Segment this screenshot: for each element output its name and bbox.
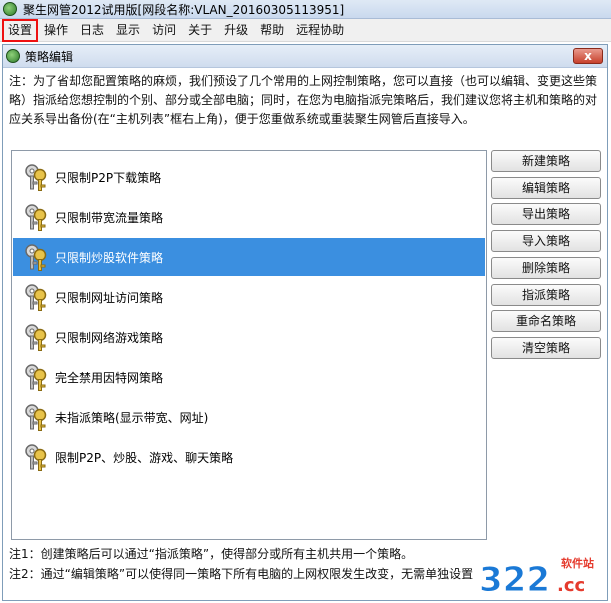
site-watermark-logo: 322 .cc 软件站 <box>475 553 605 597</box>
watermark-brand: 322 <box>479 560 550 597</box>
strategy-item[interactable]: 未指派策略(显示带宽、网址) <box>13 398 485 436</box>
strategy-label: 只限制炒股软件策略 <box>55 250 164 265</box>
clear-strategy-button[interactable]: 清空策略 <box>491 337 601 359</box>
strategy-item[interactable]: 只限制网络游戏策略 <box>13 318 485 356</box>
key-icon <box>25 444 47 471</box>
key-icon <box>25 404 47 431</box>
close-button[interactable]: x <box>573 48 603 64</box>
strategy-label: 只限制网址访问策略 <box>55 290 164 305</box>
assign-strategy-button[interactable]: 指派策略 <box>491 284 601 306</box>
strategy-label: 完全禁用因特网策略 <box>55 370 164 385</box>
menu-remote-assist[interactable]: 远程协助 <box>290 20 350 41</box>
key-icon <box>25 324 47 351</box>
import-strategy-button[interactable]: 导入策略 <box>491 230 601 252</box>
watermark-suffix: .cc <box>557 575 585 596</box>
strategy-item[interactable]: 只限制P2P下载策略 <box>13 158 485 196</box>
delete-strategy-button[interactable]: 删除策略 <box>491 257 601 279</box>
strategy-item-selected[interactable]: 只限制炒股软件策略 <box>13 238 485 276</box>
export-strategy-button[interactable]: 导出策略 <box>491 203 601 225</box>
strategy-label: 限制P2P、炒股、游戏、聊天策略 <box>55 450 234 465</box>
menu-help[interactable]: 帮助 <box>254 20 290 41</box>
strategy-label: 只限制P2P下载策略 <box>55 170 162 185</box>
key-icon <box>25 204 47 231</box>
strategy-edit-dialog: 策略编辑 x 注：为了省却您配置策略的麻烦，我们预设了几个常用的上网控制策略，您… <box>2 44 608 601</box>
bottom-note-1: 注1：创建策略后可以通过“指派策略”，使得部分或所有主机共用一个策略。 <box>9 547 414 561</box>
menu-bar: 设置 操作 日志 显示 访问 关于 升级 帮助 远程协助 <box>0 18 611 42</box>
strategy-label: 只限制网络游戏策略 <box>55 330 164 345</box>
menu-display[interactable]: 显示 <box>110 20 146 41</box>
key-icon <box>25 244 47 271</box>
menu-settings[interactable]: 设置 <box>2 18 39 42</box>
strategy-label: 未指派策略(显示带宽、网址) <box>55 410 209 425</box>
strategy-item[interactable]: 完全禁用因特网策略 <box>13 358 485 396</box>
app-title: 聚生网管2012试用版[网段名称:VLAN_20160305113951] <box>23 2 345 17</box>
strategy-item[interactable]: 只限制网址访问策略 <box>13 278 485 316</box>
intro-note: 注：为了省却您配置策略的麻烦，我们预设了几个常用的上网控制策略，您可以直接（也可… <box>9 74 598 126</box>
strategy-item[interactable]: 只限制带宽流量策略 <box>13 198 485 236</box>
watermark-tag: 软件站 <box>561 556 594 570</box>
strategy-label: 只限制带宽流量策略 <box>55 210 164 225</box>
menu-log[interactable]: 日志 <box>74 20 110 41</box>
key-icon <box>25 164 47 191</box>
app-title-bar: 聚生网管2012试用版[网段名称:VLAN_20160305113951] <box>0 0 611 19</box>
rename-strategy-button[interactable]: 重命名策略 <box>491 310 601 332</box>
menu-about[interactable]: 关于 <box>182 20 218 41</box>
key-icon <box>25 284 47 311</box>
new-strategy-button[interactable]: 新建策略 <box>491 150 601 172</box>
strategy-item[interactable]: 限制P2P、炒股、游戏、聊天策略 <box>13 438 485 476</box>
strategy-list[interactable]: 只限制P2P下载策略 只限制带宽流量策略 只限制炒股软件策略 只限制网址访问策略… <box>11 150 487 540</box>
app-logo-icon <box>3 2 17 16</box>
dialog-logo-icon <box>6 49 20 63</box>
menu-operation[interactable]: 操作 <box>38 20 74 41</box>
menu-upgrade[interactable]: 升级 <box>218 20 254 41</box>
bottom-note-2: 注2：通过“编辑策略”可以使得同一策略下所有电脑的上网权限发生改变，无需单独设置 <box>9 567 474 581</box>
dialog-title: 策略编辑 <box>25 49 74 64</box>
key-icon <box>25 364 47 391</box>
dialog-title-bar: 策略编辑 x <box>3 45 607 68</box>
menu-access[interactable]: 访问 <box>146 20 182 41</box>
edit-strategy-button[interactable]: 编辑策略 <box>491 177 601 199</box>
